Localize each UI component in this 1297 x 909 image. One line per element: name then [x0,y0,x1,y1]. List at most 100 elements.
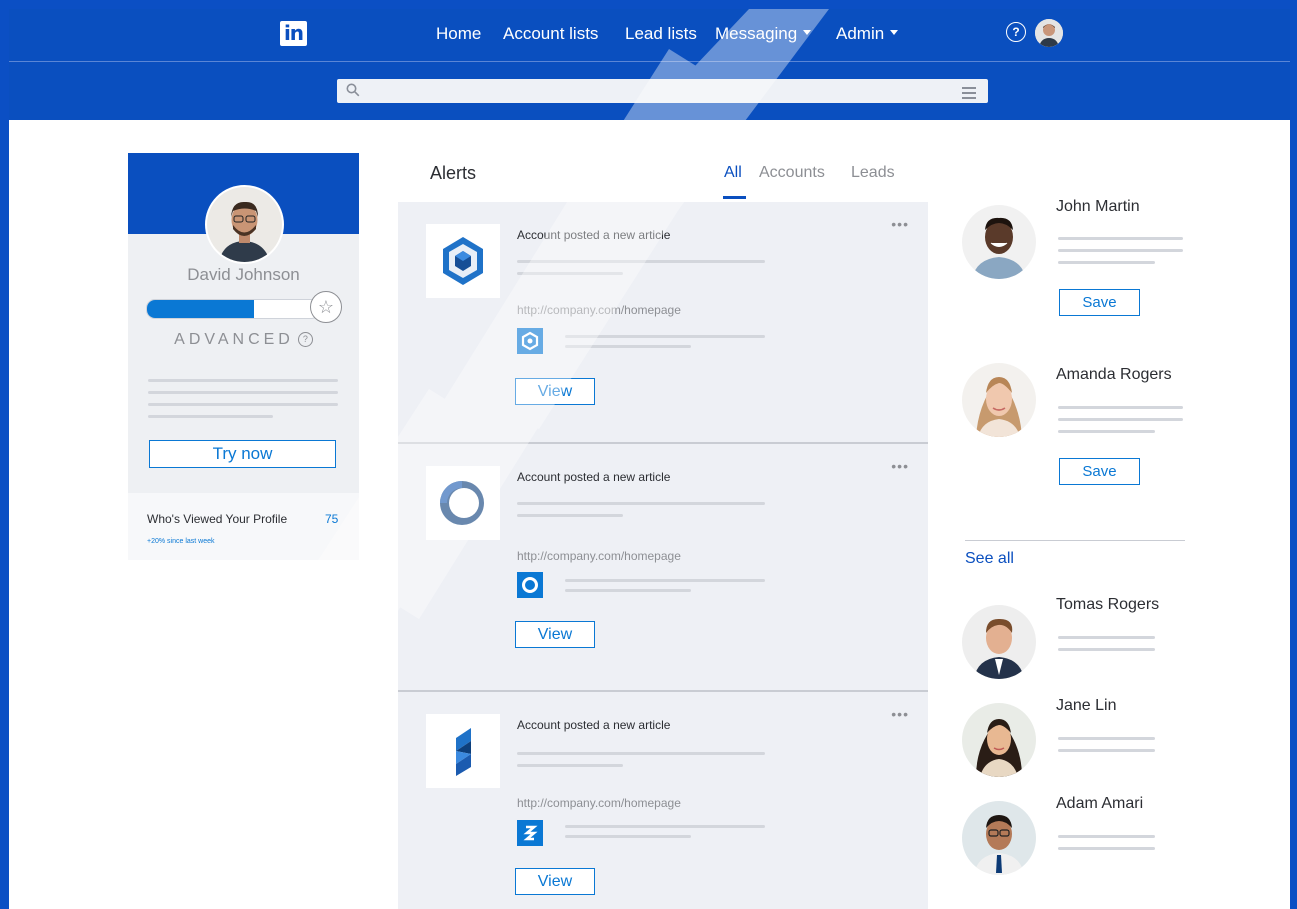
section-divider [965,540,1185,541]
profile-views-section [128,493,359,560]
placeholder-line [565,835,691,838]
view-button[interactable]: View [515,621,595,648]
profile-views-count[interactable]: 75 [325,512,338,526]
hamburger-menu-icon[interactable] [962,87,976,102]
avatar-john-martin[interactable] [962,205,1036,279]
placeholder-line [517,514,623,517]
placeholder-line [1058,749,1155,752]
person-name[interactable]: Amanda Rogers [1056,366,1172,384]
search-field[interactable] [337,79,988,105]
placeholder-line [1058,237,1183,240]
view-button[interactable]: View [515,868,595,895]
try-now-button[interactable]: Try now [149,440,336,468]
level-progress-fill [147,300,254,318]
placeholder-line [565,589,691,592]
alert-link[interactable]: http://company.com/homepage [517,303,681,317]
level-progress-bar [146,299,320,319]
alert-card: Account posted a new article ••• http://… [398,202,928,442]
placeholder-line [1058,418,1183,421]
alert-card: Account posted a new article ••• http://… [398,690,928,909]
save-button[interactable]: Save [1059,458,1140,485]
active-tab-indicator [723,196,746,199]
nav-home[interactable]: Home [436,24,481,44]
company-logo[interactable] [426,466,500,540]
avatar-adam-amari[interactable] [962,801,1036,875]
profile-views-label[interactable]: Who's Viewed Your Profile [147,512,287,526]
top-nav-bar: in Home Account lists Lead lists Messagi… [9,9,1290,61]
person-name[interactable]: Adam Amari [1056,795,1143,813]
profile-card: David Johnson ☆ ADVANCED? Try now Who's … [128,153,359,560]
alerts-title: Alerts [430,163,477,183]
tab-accounts[interactable]: Accounts [759,164,825,182]
placeholder-line [1058,847,1155,850]
company-mini-icon [517,328,543,354]
help-icon[interactable]: ? [1006,22,1026,42]
placeholder-line [148,391,338,394]
placeholder-line [1058,261,1155,264]
avatar-tomas-rogers[interactable] [962,605,1036,679]
alert-title[interactable]: Account posted a new article [517,718,670,732]
placeholder-line [517,272,623,275]
company-mini-icon [517,820,543,846]
placeholder-line [148,379,338,382]
alert-link[interactable]: http://company.com/homepage [517,796,681,810]
company-logo[interactable] [426,224,500,298]
search-icon[interactable] [346,83,360,97]
alert-title[interactable]: Account posted a new article [517,470,670,484]
s-shape-icon [456,728,471,776]
see-all-link[interactable]: See all [965,550,1014,568]
nav-account-lists[interactable]: Account lists [503,24,598,44]
person-name[interactable]: John Martin [1056,198,1140,216]
placeholder-line [1058,835,1155,838]
placeholder-line [517,764,623,767]
help-icon[interactable]: ? [297,332,313,348]
placeholder-line [565,825,765,828]
chevron-down-icon [803,30,812,36]
alert-title[interactable]: Account posted a new article [517,228,670,242]
placeholder-line [1058,737,1155,740]
profile-views-delta: +20% since last week [147,538,215,545]
tab-all[interactable]: All [724,164,742,182]
placeholder-line [148,403,338,406]
profile-name[interactable]: David Johnson [128,265,359,285]
alert-link[interactable]: http://company.com/homepage [517,549,681,563]
more-options-icon[interactable]: ••• [891,458,909,474]
placeholder-line [1058,636,1155,639]
company-mini-icon [517,572,543,598]
nav-lead-lists[interactable]: Lead lists [625,24,697,44]
placeholder-line [1058,406,1183,409]
chevron-down-icon [890,30,899,36]
alert-card: Account posted a new article ••• http://… [398,442,928,692]
placeholder-line [1058,648,1155,651]
person-name[interactable]: Tomas Rogers [1056,596,1159,614]
placeholder-line [565,579,765,582]
profile-avatar[interactable] [205,185,284,264]
tab-leads[interactable]: Leads [851,164,895,182]
placeholder-line [517,260,765,263]
star-icon: ☆ [310,291,342,323]
placeholder-line [517,502,765,505]
nav-admin[interactable]: Admin [836,24,899,44]
ring-icon [440,481,484,525]
more-options-icon[interactable]: ••• [891,216,909,232]
user-avatar[interactable] [1035,19,1063,47]
app-frame: in Home Account lists Lead lists Messagi… [9,9,1290,909]
placeholder-line [1058,249,1183,252]
save-button[interactable]: Save [1059,289,1140,316]
avatar-jane-lin[interactable] [962,703,1036,777]
more-options-icon[interactable]: ••• [891,706,909,722]
level-label: ADVANCED? [128,331,359,349]
placeholder-line [565,335,765,338]
placeholder-line [517,752,765,755]
nav-messaging[interactable]: Messaging [715,24,812,44]
avatar-amanda-rogers[interactable] [962,363,1036,437]
search-input[interactable] [367,79,961,105]
placeholder-line [148,415,273,418]
linkedin-logo[interactable]: in [280,21,307,46]
hexagon-cube-icon [443,237,483,285]
view-button[interactable]: View [515,378,595,405]
placeholder-line [1058,430,1155,433]
placeholder-line [565,345,691,348]
person-name[interactable]: Jane Lin [1056,697,1117,715]
company-logo[interactable] [426,714,500,788]
